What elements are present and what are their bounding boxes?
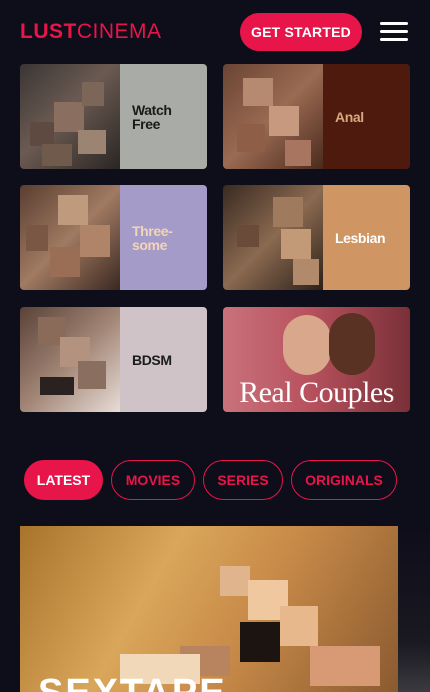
- category-tile-lesbian[interactable]: Lesbian: [223, 185, 410, 290]
- category-tile-real-couples[interactable]: Real Couples: [223, 307, 410, 412]
- tab-series[interactable]: SERIES: [203, 460, 283, 500]
- category-label-line-1: Watch: [132, 101, 172, 118]
- category-label: Watch Free: [132, 101, 172, 132]
- category-tile-watch-free[interactable]: Watch Free: [20, 64, 207, 169]
- category-thumbnail: [20, 64, 120, 169]
- logo-part-1: LUST: [20, 20, 77, 43]
- featured-thumbnail: [220, 566, 250, 596]
- hamburger-menu-icon[interactable]: [380, 22, 408, 42]
- category-thumbnail: Real Couples: [223, 307, 410, 412]
- category-thumbnail: [20, 185, 120, 290]
- get-started-button[interactable]: GET STARTED: [240, 13, 362, 51]
- category-label-line-2: some: [132, 236, 167, 253]
- featured-card[interactable]: SEXTAPE: [20, 526, 398, 692]
- category-panel: BDSM: [120, 307, 207, 412]
- category-thumbnail: [223, 185, 323, 290]
- tab-latest[interactable]: LATEST: [24, 460, 103, 500]
- tab-originals[interactable]: ORIGINALS: [291, 460, 397, 500]
- category-panel: Three- some: [120, 185, 207, 290]
- category-label-line-1: Lesbian: [335, 229, 386, 246]
- category-tile-bdsm[interactable]: BDSM: [20, 307, 207, 412]
- content-tabs: LATEST MOVIES SERIES ORIGINALS: [24, 460, 405, 502]
- category-label-line-1: Three-: [132, 222, 173, 239]
- category-label-line-2: Free: [132, 115, 160, 132]
- site-logo[interactable]: LUSTCINEMA: [20, 20, 162, 44]
- category-label: Anal: [335, 110, 364, 124]
- next-featured-card[interactable]: [398, 526, 430, 692]
- tab-movies[interactable]: MOVIES: [111, 460, 195, 500]
- site-header: LUSTCINEMA GET STARTED: [0, 0, 430, 62]
- category-label-line-1: BDSM: [132, 351, 172, 368]
- category-label: Three- some: [132, 222, 173, 253]
- featured-title: SEXTAPE: [38, 672, 227, 692]
- category-tile-anal[interactable]: Anal: [223, 64, 410, 169]
- category-thumbnail: [223, 64, 323, 169]
- category-thumbnail: [20, 307, 120, 412]
- category-tile-threesome[interactable]: Three- some: [20, 185, 207, 290]
- category-panel: Anal: [323, 64, 410, 169]
- category-panel: Watch Free: [120, 64, 207, 169]
- category-label: Real Couples: [239, 376, 394, 409]
- category-label: BDSM: [132, 353, 172, 367]
- logo-part-2: CINEMA: [76, 20, 162, 43]
- category-label-line-1: Anal: [335, 108, 364, 125]
- category-label: Lesbian: [335, 229, 386, 246]
- category-panel: Lesbian: [323, 185, 410, 290]
